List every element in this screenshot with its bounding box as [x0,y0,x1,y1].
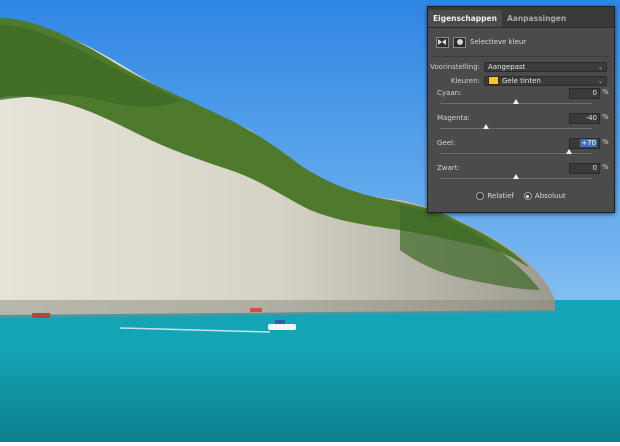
slider-value-input[interactable]: +70 [569,138,600,149]
properties-panel: Eigenschappen Aanpassingen Selectieve kl… [427,6,615,213]
percent-sign: % [602,138,609,146]
slider-label: Magenta: [437,114,470,122]
slider-label: Geel: [437,139,456,147]
slider-label: Cyaan: [437,89,462,97]
radio-circle[interactable] [523,192,532,200]
chevron-down-icon: ⌄ [597,77,603,85]
radio-circle[interactable] [476,192,485,200]
color-swatch [488,76,499,85]
colors-row: Kleuren: Gele tinten ⌄ [428,74,614,87]
radio-relative[interactable]: Relatief [476,192,514,200]
percent-sign: % [602,88,609,96]
percent-sign: % [602,163,609,171]
slider-cyan: Cyaan: 0 % [434,88,609,113]
preset-select[interactable]: Aangepast ⌄ [484,61,607,72]
chevron-down-icon: ⌄ [597,63,603,71]
preset-row: Voorinstelling: Aangepast ⌄ [428,60,614,73]
percent-sign: % [602,113,609,121]
radio-label: Relatief [487,192,514,200]
panel-tabs: Eigenschappen Aanpassingen [428,7,614,28]
radio-absolute[interactable]: Absoluut [523,192,566,200]
colors-select[interactable]: Gele tinten ⌄ [484,75,607,86]
tab-adjustments[interactable]: Aanpassingen [502,10,571,27]
slider-value-input[interactable]: 0 [569,88,600,99]
slider-thumb[interactable] [482,124,489,129]
preset-label: Voorinstelling: [430,62,480,71]
slider-thumb[interactable] [566,149,573,154]
preset-value: Aangepast [488,62,526,71]
slider-yellow: Geel: +70 % [434,138,609,163]
mask-icon[interactable] [453,36,466,48]
colors-label: Kleuren: [450,76,480,85]
tab-properties[interactable]: Eigenschappen [428,10,502,27]
selective-color-icon[interactable] [436,36,449,48]
slider-black: Zwart: 0 % [434,163,609,188]
slider-label: Zwart: [437,164,460,172]
slider-magenta: Magenta: -40 % [434,113,609,138]
slider-thumb[interactable] [513,99,519,104]
slider-value-input[interactable]: -40 [569,113,600,124]
slider-value-input[interactable]: 0 [569,163,600,174]
radio-label: Absoluut [534,192,566,200]
slider-track[interactable] [440,128,592,129]
adjustment-name: Selectieve kleur [470,38,527,46]
divider [432,56,610,57]
slider-thumb[interactable] [513,174,519,179]
colors-value: Gele tinten [502,76,541,85]
adjustment-header: Selectieve kleur [436,32,614,52]
method-radio-group: Relatief Absoluut [428,190,614,202]
